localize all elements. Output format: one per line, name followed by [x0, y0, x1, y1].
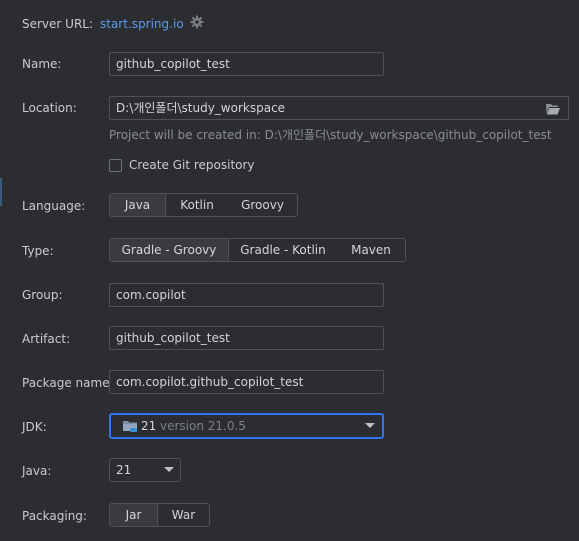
java-label: Java:: [22, 464, 52, 478]
location-field[interactable]: D:\개인폴더\study_workspace: [109, 96, 569, 120]
location-hint: Project will be created in: D:\개인폴더\stud…: [109, 128, 552, 142]
chevron-down-icon: [164, 467, 174, 472]
type-option-gradle-kotlin[interactable]: Gradle - Kotlin: [229, 239, 337, 261]
new-project-form: Server URL: start.spring.io Name: github…: [0, 0, 579, 541]
create-git-repo-label: Create Git repository: [129, 158, 255, 172]
type-label: Type:: [22, 244, 54, 258]
java-version-dropdown[interactable]: 21: [109, 458, 181, 482]
language-option-java[interactable]: Java: [110, 194, 166, 216]
package-name-label: Package name:: [22, 376, 114, 390]
package-name-value: com.copilot.github_copilot_test: [116, 375, 304, 389]
packaging-option-war[interactable]: War: [158, 504, 209, 526]
create-git-repo-checkbox[interactable]: Create Git repository: [109, 157, 255, 173]
java-version-value: 21: [116, 463, 132, 477]
group-field[interactable]: com.copilot: [109, 283, 384, 307]
artifact-value: github_copilot_test: [116, 331, 230, 345]
gear-icon[interactable]: [190, 15, 204, 29]
location-label: Location:: [22, 101, 77, 115]
type-option-maven[interactable]: Maven: [337, 239, 405, 261]
package-name-field[interactable]: com.copilot.github_copilot_test: [109, 370, 384, 394]
packaging-label: Packaging:: [22, 509, 87, 523]
type-selector: Gradle - Groovy Gradle - Kotlin Maven: [109, 238, 406, 262]
jdk-name: 21: [141, 419, 157, 433]
server-url-link[interactable]: start.spring.io: [100, 16, 184, 32]
jdk-version: version 21.0.5: [160, 419, 246, 433]
language-option-kotlin[interactable]: Kotlin: [166, 194, 228, 216]
jdk-dropdown[interactable]: 21 version 21.0.5: [109, 413, 384, 439]
location-value: D:\개인폴더\study_workspace: [116, 101, 286, 115]
name-field[interactable]: github_copilot_test: [109, 52, 384, 76]
group-label: Group:: [22, 288, 63, 302]
folder-open-icon[interactable]: [545, 101, 561, 115]
packaging-selector: Jar War: [109, 503, 210, 527]
server-url-label: Server URL:: [22, 17, 94, 31]
artifact-field[interactable]: github_copilot_test: [109, 326, 384, 350]
name-value: github_copilot_test: [116, 57, 230, 71]
checkbox-box[interactable]: [109, 158, 122, 172]
name-label: Name:: [22, 57, 62, 71]
jdk-label: JDK:: [22, 420, 47, 434]
left-edge-indicator: [0, 178, 2, 206]
group-value: com.copilot: [116, 288, 186, 302]
type-option-gradle-groovy[interactable]: Gradle - Groovy: [110, 239, 229, 261]
chevron-down-icon: [365, 423, 375, 428]
packaging-option-jar[interactable]: Jar: [110, 504, 158, 526]
language-selector: Java Kotlin Groovy: [109, 193, 298, 217]
artifact-label: Artifact:: [22, 332, 71, 346]
jdk-folder-icon: [122, 419, 138, 433]
language-option-groovy[interactable]: Groovy: [228, 194, 297, 216]
language-label: Language:: [22, 199, 86, 213]
